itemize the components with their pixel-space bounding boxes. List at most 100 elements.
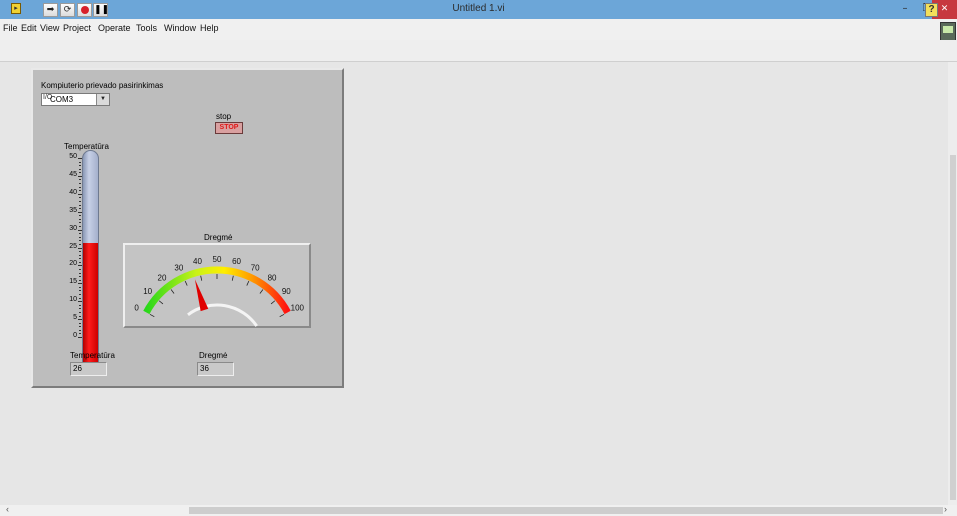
thermometer-tick-label: 30 (69, 224, 77, 232)
thermometer-tick (78, 211, 82, 213)
abort-execution-icon[interactable] (77, 3, 92, 17)
menu-view[interactable]: View (40, 23, 59, 33)
thermometer-tick-label: 35 (69, 206, 77, 214)
gauge-tick-label: 60 (232, 257, 241, 266)
gauge-needle[interactable] (194, 279, 209, 312)
menu-file[interactable]: File (3, 23, 18, 33)
context-help-icon[interactable]: ? (925, 3, 938, 17)
thermometer-tick (78, 229, 82, 231)
thermometer-minor-tick (79, 222, 81, 224)
gauge-tick (246, 280, 250, 286)
gauge-tick (170, 289, 175, 294)
gauge-tick (200, 275, 203, 281)
vi-icon[interactable] (940, 22, 956, 41)
thermometer-minor-tick (79, 179, 81, 181)
gauge-tick-label: 80 (268, 274, 277, 283)
gauge-tick (149, 313, 155, 318)
gauge-tick (158, 300, 164, 305)
thermometer-minor-tick (79, 329, 81, 331)
toolbar (0, 40, 957, 62)
gauge-tick (270, 300, 276, 305)
gauge-tick (231, 275, 234, 281)
gauge-tick-label: 70 (251, 263, 260, 272)
scroll-left-arrow-icon[interactable]: ‹ (6, 504, 9, 514)
thermometer-minor-tick (79, 304, 81, 306)
menu-bar: File Edit View Project Operate Tools Win… (0, 19, 957, 40)
thermometer-minor-tick (79, 233, 81, 235)
gauge-label: Dregmė (204, 233, 233, 242)
thermometer-minor-tick (79, 286, 81, 288)
gauge-tick-label: 30 (174, 263, 183, 272)
menu-help[interactable]: Help (200, 23, 219, 33)
gauge-tick (259, 289, 264, 294)
run-continuously-icon[interactable]: ⟳ (60, 3, 75, 17)
thermometer-minor-tick (79, 243, 81, 245)
thermometer-minor-tick (79, 172, 81, 174)
thermometer-minor-tick (79, 294, 81, 296)
thermometer-tick (78, 319, 82, 321)
menu-project[interactable]: Project (63, 23, 91, 33)
gauge-tick (184, 280, 188, 286)
thermometer-minor-tick (79, 204, 81, 206)
thermometer-tick (78, 337, 82, 338)
menu-tools[interactable]: Tools (136, 23, 157, 33)
thermometer-minor-tick (79, 236, 81, 238)
horizontal-scrollbar-thumb[interactable] (189, 507, 943, 514)
thermometer-minor-tick (79, 208, 81, 210)
thermometer-tick (78, 175, 82, 177)
thermometer-minor-tick (79, 183, 81, 185)
thermometer-minor-tick (79, 308, 81, 310)
thermometer-minor-tick (79, 165, 81, 167)
thermometer-tick (78, 265, 82, 267)
scroll-right-arrow-icon[interactable]: › (944, 504, 947, 514)
humidity-indicator: 36 (197, 362, 234, 376)
thermometer-tick (78, 283, 82, 285)
pause-icon[interactable]: ❚❚ (93, 3, 109, 17)
thermometer-tick-label: 45 (69, 170, 77, 178)
thermometer-minor-tick (79, 290, 81, 292)
thermometer-minor-tick (79, 279, 81, 281)
temperature-indicator-label: Temperatūra (70, 351, 115, 360)
thermometer-tick-label: 5 (73, 314, 77, 322)
thermometer-minor-tick (79, 326, 81, 328)
stop-button[interactable]: STOP (215, 122, 243, 134)
thermometer-tick (78, 193, 82, 195)
thermometer-tick-label: 0 (73, 332, 77, 339)
thermometer-minor-tick (79, 186, 81, 188)
run-arrow-icon[interactable]: ➡ (43, 3, 58, 17)
humidity-indicator-label: Dregmė (199, 351, 228, 360)
thermometer-minor-tick (79, 333, 81, 335)
window-title: Untitled 1.vi (452, 3, 505, 14)
thermometer-minor-tick (79, 258, 81, 260)
thermometer-tick-label: 25 (69, 242, 77, 250)
com-port-value: COM3 (50, 95, 74, 104)
gauge-tick-label: 90 (282, 287, 291, 296)
gauge-tick-label: 20 (158, 274, 167, 283)
thermometer-minor-tick (79, 197, 81, 199)
thermometer-minor-tick (79, 215, 81, 217)
thermometer-minor-tick (79, 272, 81, 274)
menu-operate[interactable]: Operate (98, 23, 131, 33)
panel-decoration (31, 68, 344, 388)
gauge-tick-label: 40 (193, 257, 202, 266)
thermometer-minor-tick (79, 161, 81, 163)
thermometer-minor-tick (79, 268, 81, 270)
thermometer[interactable] (82, 150, 99, 372)
humidity-gauge[interactable]: 0 10 20 30 40 50 60 70 80 90100 (123, 243, 311, 328)
thermometer-tick (78, 247, 82, 249)
menu-edit[interactable]: Edit (21, 23, 37, 33)
gauge-tick (279, 313, 285, 318)
thermometer-tick-label: 10 (69, 296, 77, 304)
thermometer-minor-tick (79, 254, 81, 256)
thermometer-minor-tick (79, 200, 81, 202)
port-select-label: Kompiuterio prievado pasirinkimas (41, 81, 164, 90)
thermometer-minor-tick (79, 322, 81, 324)
thermometer-tick-label: 15 (69, 278, 77, 286)
dropdown-arrow-icon[interactable]: ▼ (96, 94, 109, 105)
thermometer-minor-tick (79, 240, 81, 242)
gauge-tick-label: 0 (134, 303, 139, 312)
thermometer-tick (78, 158, 82, 159)
vertical-scrollbar-thumb[interactable] (950, 155, 956, 500)
stop-label: stop (216, 112, 232, 121)
menu-window[interactable]: Window (164, 23, 196, 33)
